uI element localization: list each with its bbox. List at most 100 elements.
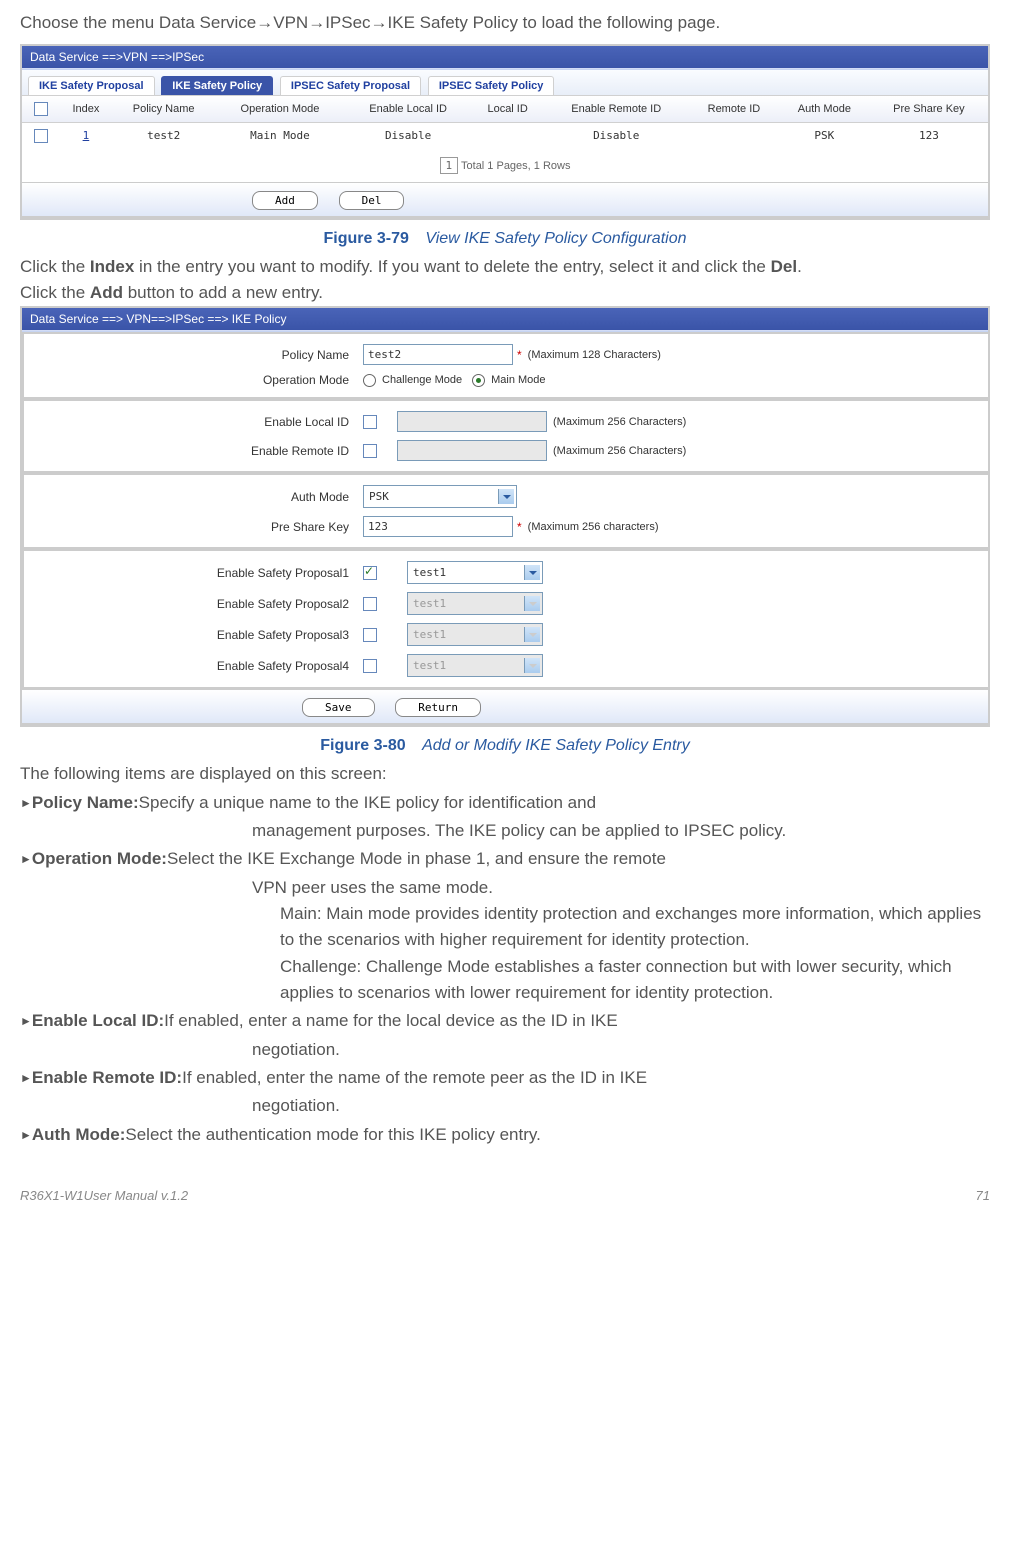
tab-ike-policy[interactable]: IKE Safety Policy: [161, 76, 273, 95]
col-policy-name: Policy Name: [112, 96, 216, 123]
index-link[interactable]: 1: [83, 129, 90, 142]
sub-item-challenge: Challenge: Challenge Mode establishes a …: [280, 954, 990, 1007]
hint-local: (Maximum 256 Characters): [553, 416, 686, 428]
figure-3-80-caption: Figure 3-80 Add or Modify IKE Safety Pol…: [20, 737, 990, 755]
fig-title: View IKE Safety Policy Configuration: [425, 230, 686, 247]
pre-share-key-input[interactable]: 123: [363, 516, 513, 537]
body-paragraph-1: Click the Index in the entry you want to…: [20, 254, 990, 280]
chevron-down-icon: [524, 565, 540, 580]
figure-3-79-screenshot: Data Service ==>VPN ==>IPSec IKE Safety …: [20, 44, 990, 220]
cell-mode: Main Mode: [215, 122, 344, 149]
chevron-down-icon: [524, 627, 540, 642]
checkbox-sp4[interactable]: [363, 659, 377, 673]
item-text-cont: management purposes. The IKE policy can …: [252, 818, 990, 844]
text-fragment: .: [797, 257, 802, 276]
intro-paragraph: Choose the menu Data Service→VPN→IPSec→I…: [20, 10, 990, 36]
page-number: 1: [440, 157, 459, 174]
remote-id-input[interactable]: [397, 440, 547, 461]
sp3-value: test1: [410, 628, 446, 641]
label-policy-name: Policy Name: [24, 348, 363, 362]
hint-psk: (Maximum 256 characters): [528, 521, 659, 533]
breadcrumb: Data Service ==>VPN ==>IPSec: [22, 46, 988, 68]
label-enable-local-id: Enable Local ID: [24, 415, 363, 429]
checkbox-sp1[interactable]: [363, 566, 377, 580]
policy-name-input[interactable]: test2: [363, 344, 513, 365]
chevron-down-icon: [498, 489, 514, 504]
cell-localid: [472, 122, 544, 149]
radio-challenge[interactable]: [363, 374, 376, 387]
tab-ipsec-proposal[interactable]: IPSEC Safety Proposal: [280, 76, 421, 95]
sp4-select[interactable]: test1: [407, 654, 543, 677]
col-op-mode: Operation Mode: [215, 96, 344, 123]
cell-auth: PSK: [779, 122, 870, 149]
figure-3-80-screenshot: Data Service ==> VPN==>IPSec ==> IKE Pol…: [20, 306, 990, 727]
pagination-text: Total 1 Pages, 1 Rows: [461, 160, 570, 172]
item-text-cont: negotiation.: [252, 1037, 990, 1063]
cell-policy: test2: [112, 122, 216, 149]
item-text: Select the authentication mode for this …: [125, 1125, 540, 1144]
auth-mode-value: PSK: [366, 490, 389, 503]
label-operation-mode: Operation Mode: [24, 373, 363, 387]
text-fragment: in the entry you want to modify. If you …: [134, 257, 770, 276]
item-label: Auth Mode:: [32, 1125, 125, 1144]
item-label: Enable Local ID:: [32, 1011, 164, 1030]
sp2-select[interactable]: test1: [407, 592, 543, 615]
required-star: *: [517, 348, 522, 362]
hint-remote: (Maximum 256 Characters): [553, 445, 686, 457]
checkbox-remote-id[interactable]: [363, 444, 377, 458]
col-enable-remote-id: Enable Remote ID: [544, 96, 689, 123]
radio-main-label: Main Mode: [491, 374, 545, 386]
bullet-arrow-icon: ►: [20, 1128, 32, 1142]
sp1-value: test1: [410, 566, 446, 579]
save-button[interactable]: Save: [302, 698, 375, 717]
checkbox-sp3[interactable]: [363, 628, 377, 642]
select-all-checkbox[interactable]: [34, 102, 48, 116]
table-row: 1 test2 Main Mode Disable Disable PSK 12…: [22, 122, 988, 149]
radio-main[interactable]: [472, 374, 485, 387]
col-index: Index: [60, 96, 112, 123]
checkbox-local-id[interactable]: [363, 415, 377, 429]
col-pre-share-key: Pre Share Key: [870, 96, 988, 123]
label-auth-mode: Auth Mode: [24, 490, 363, 504]
item-label: Enable Remote ID:: [32, 1068, 182, 1087]
pagination: 1 Total 1 Pages, 1 Rows: [22, 149, 988, 182]
row-checkbox[interactable]: [34, 129, 48, 143]
fig-title: Add or Modify IKE Safety Policy Entry: [422, 737, 690, 754]
sub-item-text: Challenge Mode establishes a faster conn…: [280, 957, 952, 1002]
sub-item-label: Challenge:: [280, 957, 361, 976]
button-row: Add Del: [22, 182, 988, 216]
cell-psk: 123: [870, 122, 988, 149]
item-operation-mode: ►Operation Mode:Select the IKE Exchange …: [20, 846, 990, 872]
label-sp1: Enable Safety Proposal1: [24, 566, 363, 580]
bullet-arrow-icon: ►: [20, 1014, 32, 1028]
return-button[interactable]: Return: [395, 698, 481, 717]
local-id-input[interactable]: [397, 411, 547, 432]
col-local-id: Local ID: [472, 96, 544, 123]
item-text: If enabled, enter a name for the local d…: [164, 1011, 618, 1030]
sp4-value: test1: [410, 659, 446, 672]
col-auth-mode: Auth Mode: [779, 96, 870, 123]
text-fragment: button to add a new entry.: [123, 283, 323, 302]
item-text-cont: negotiation.: [252, 1093, 990, 1119]
table-header-row: Index Policy Name Operation Mode Enable …: [22, 96, 988, 123]
policy-table: Index Policy Name Operation Mode Enable …: [22, 96, 988, 149]
add-button[interactable]: Add: [252, 191, 318, 210]
cell-enlocal: Disable: [345, 122, 472, 149]
button-row: Save Return: [22, 689, 988, 723]
tab-ipsec-policy[interactable]: IPSEC Safety Policy: [428, 76, 555, 95]
label-pre-share-key: Pre Share Key: [24, 520, 363, 534]
tab-ike-proposal[interactable]: IKE Safety Proposal: [28, 76, 155, 95]
auth-mode-select[interactable]: PSK: [363, 485, 517, 508]
sp2-value: test1: [410, 597, 446, 610]
sp1-select[interactable]: test1: [407, 561, 543, 584]
items-intro: The following items are displayed on thi…: [20, 761, 990, 787]
sub-item-main: Main: Main mode provides identity protec…: [280, 901, 990, 954]
sp3-select[interactable]: test1: [407, 623, 543, 646]
figure-3-79-caption: Figure 3-79 View IKE Safety Policy Confi…: [20, 230, 990, 248]
del-button[interactable]: Del: [339, 191, 405, 210]
label-sp3: Enable Safety Proposal3: [24, 628, 363, 642]
item-text: Select the IKE Exchange Mode in phase 1,…: [167, 849, 666, 868]
checkbox-sp2[interactable]: [363, 597, 377, 611]
col-enable-local-id: Enable Local ID: [345, 96, 472, 123]
item-policy-name: ►Policy Name:Specify a unique name to th…: [20, 790, 990, 816]
